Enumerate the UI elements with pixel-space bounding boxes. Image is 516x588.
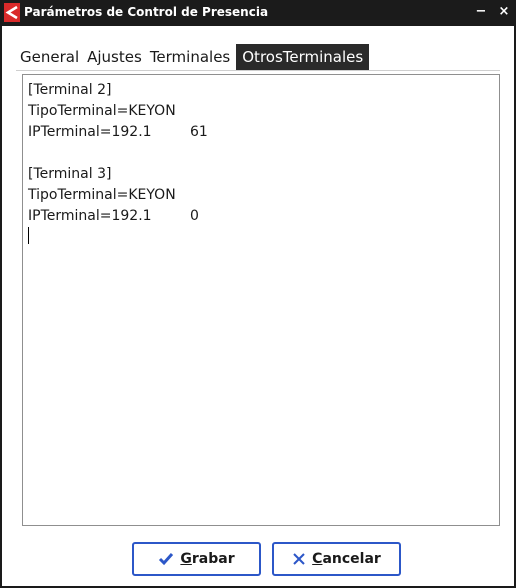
save-accel-key: G xyxy=(180,551,192,567)
minimize-button[interactable]: − xyxy=(472,3,490,21)
save-label: rabar xyxy=(191,551,235,567)
dialog-window: Parámetros de Control de Presencia − × G… xyxy=(0,0,516,588)
tab-otros-terminales[interactable]: OtrosTerminales xyxy=(236,44,370,70)
config-text-editor[interactable]: [Terminal 2] TipoTerminal=KEYON IPTermin… xyxy=(22,74,500,526)
editor-line: IPTerminal=192.1 xyxy=(28,208,152,224)
tab-terminales[interactable]: Terminales xyxy=(146,44,234,70)
checkmark-icon xyxy=(158,552,174,566)
tab-divider xyxy=(16,70,500,71)
close-button[interactable]: × xyxy=(495,3,513,21)
x-icon xyxy=(292,552,306,566)
editor-line: [Terminal 2] xyxy=(28,82,112,98)
tab-ajustes[interactable]: Ajustes xyxy=(83,44,146,70)
title-bar[interactable]: Parámetros de Control de Presencia − × xyxy=(2,0,514,26)
app-logo-icon xyxy=(4,3,20,22)
editor-line-fragment: 0 xyxy=(190,208,199,224)
cancel-accel-key: C xyxy=(312,551,323,567)
editor-line: TipoTerminal=KEYON xyxy=(28,187,176,203)
cancel-label: ancelar xyxy=(322,551,381,567)
text-caret xyxy=(28,227,29,244)
save-button[interactable]: Grabar xyxy=(132,542,261,576)
editor-line: TipoTerminal=KEYON xyxy=(28,103,176,119)
cancel-button[interactable]: Cancelar xyxy=(272,542,401,576)
editor-line: IPTerminal=192.1 xyxy=(28,124,152,140)
editor-line-fragment: 61 xyxy=(190,124,208,140)
tab-bar: General Ajustes Terminales OtrosTerminal… xyxy=(16,44,370,70)
window-title: Parámetros de Control de Presencia xyxy=(24,5,269,19)
tab-general[interactable]: General xyxy=(16,44,83,70)
editor-line: [Terminal 3] xyxy=(28,166,112,182)
